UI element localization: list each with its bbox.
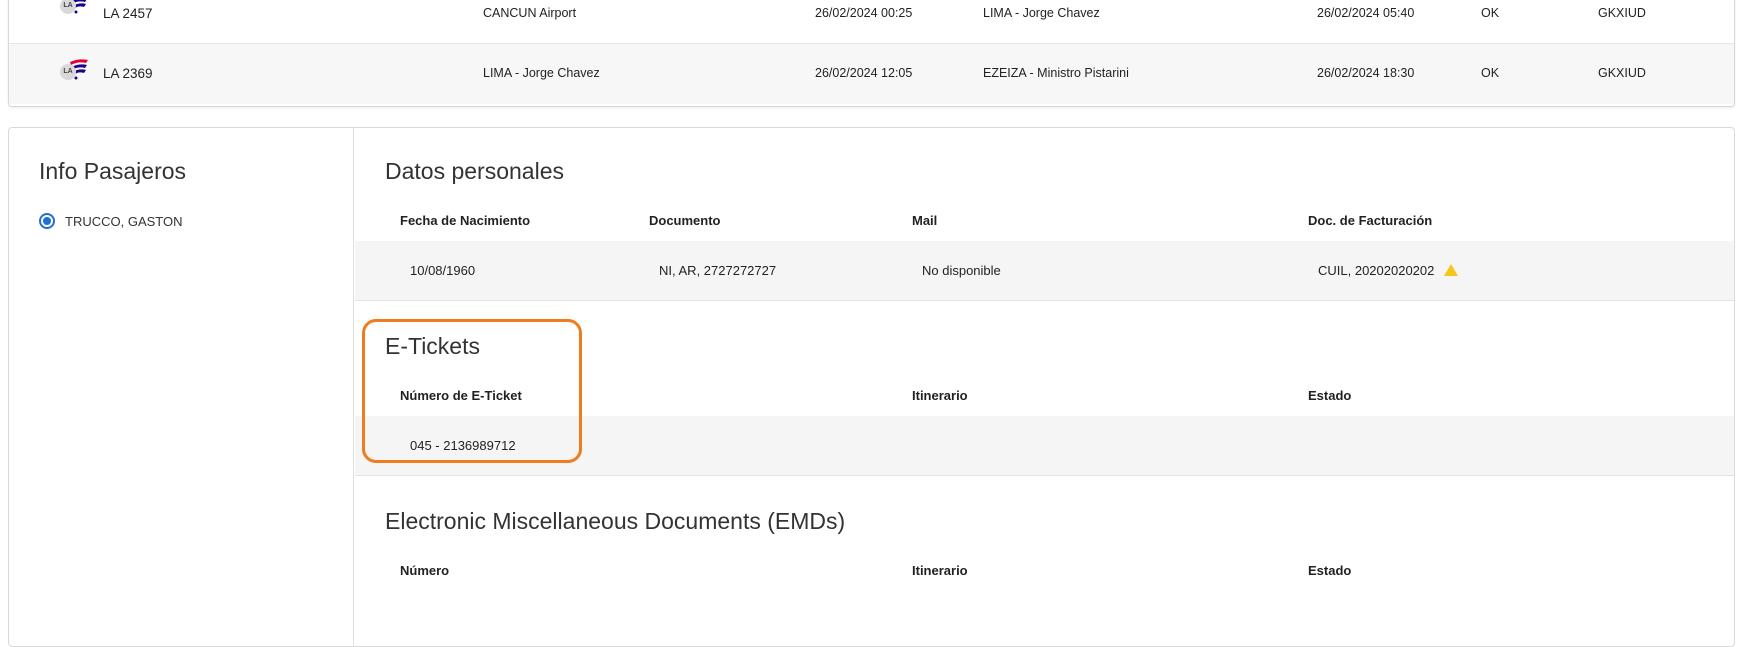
flight-departure: 26/02/2024 12:05 — [815, 66, 913, 80]
personal-data-row: 10/08/1960 NI, AR, 2727272727 No disponi… — [355, 241, 1734, 301]
flight-origin: LIMA - Jorge Chavez — [483, 66, 600, 80]
header-emd-number: Número — [400, 563, 450, 578]
flight-departure: 26/02/2024 00:25 — [815, 6, 913, 20]
personal-data-title: Datos personales — [385, 158, 564, 184]
flight-number: LA 2457 — [103, 6, 153, 21]
table-row[interactable]: LA LA 2457 CANCUN Airport 26/02/2024 00:… — [9, 0, 1734, 44]
table-row[interactable]: LA LA 2369 LIMA - Jorge Chavez 26/02/202… — [9, 44, 1734, 104]
header-document: Documento — [649, 213, 721, 228]
flight-destination: LIMA - Jorge Chavez — [983, 6, 1100, 20]
radio-selected-icon[interactable] — [39, 213, 55, 229]
flight-pnr: GKXIUD — [1598, 6, 1646, 20]
header-emd-itinerary: Itinerario — [912, 563, 968, 578]
flights-table: LA LA 2457 CANCUN Airport 26/02/2024 00:… — [8, 0, 1735, 107]
passenger-list: Info Pasajeros TRUCCO, GASTON — [9, 128, 354, 646]
flight-status: OK — [1481, 66, 1500, 80]
mail-value: No disponible — [922, 263, 1001, 278]
billing-doc-cell: CUIL, 20202020202 — [1318, 263, 1459, 278]
header-eticket-status: Estado — [1308, 388, 1352, 403]
flight-destination: EZEIZA - Ministro Pistarini — [983, 66, 1129, 80]
document-value: NI, AR, 2727272727 — [659, 263, 777, 278]
flight-arrival: 26/02/2024 05:40 — [1317, 6, 1415, 20]
passenger-panel: Info Pasajeros TRUCCO, GASTON Datos pers… — [8, 127, 1735, 647]
flight-arrival: 26/02/2024 18:30 — [1317, 66, 1415, 80]
airline-badge: LA — [60, 64, 76, 80]
warning-icon[interactable] — [1444, 264, 1459, 276]
billing-doc-value: CUIL, 20202020202 — [1318, 263, 1435, 278]
header-birth-date: Fecha de Nacimiento — [400, 213, 531, 228]
flight-status: OK — [1481, 6, 1500, 20]
eticket-number-value: 045 - 2136989712 — [410, 438, 516, 453]
passenger-name: TRUCCO, GASTON — [65, 213, 183, 229]
passenger-option[interactable]: TRUCCO, GASTON — [39, 213, 183, 229]
header-billing-doc: Doc. de Facturación — [1308, 213, 1433, 228]
airline-logo: LA — [54, 0, 94, 24]
passengers-title: Info Pasajeros — [39, 158, 187, 184]
flight-number: LA 2369 — [103, 66, 153, 81]
flight-pnr: GKXIUD — [1598, 66, 1646, 80]
etickets-title: E-Tickets — [385, 333, 480, 359]
flight-origin: CANCUN Airport — [483, 6, 577, 20]
airline-logo: LA — [54, 50, 94, 90]
header-eticket-number: Número de E-Ticket — [400, 388, 522, 403]
header-emd-status: Estado — [1308, 563, 1352, 578]
header-mail: Mail — [912, 213, 938, 228]
passenger-details: Datos personales Fecha de Nacimiento Doc… — [355, 128, 1734, 646]
emds-title: Electronic Miscellaneous Documents (EMDs… — [385, 508, 846, 534]
eticket-row[interactable]: 045 - 2136989712 — [355, 416, 1734, 476]
header-eticket-itinerary: Itinerario — [912, 388, 968, 403]
birth-date-value: 10/08/1960 — [410, 263, 476, 278]
